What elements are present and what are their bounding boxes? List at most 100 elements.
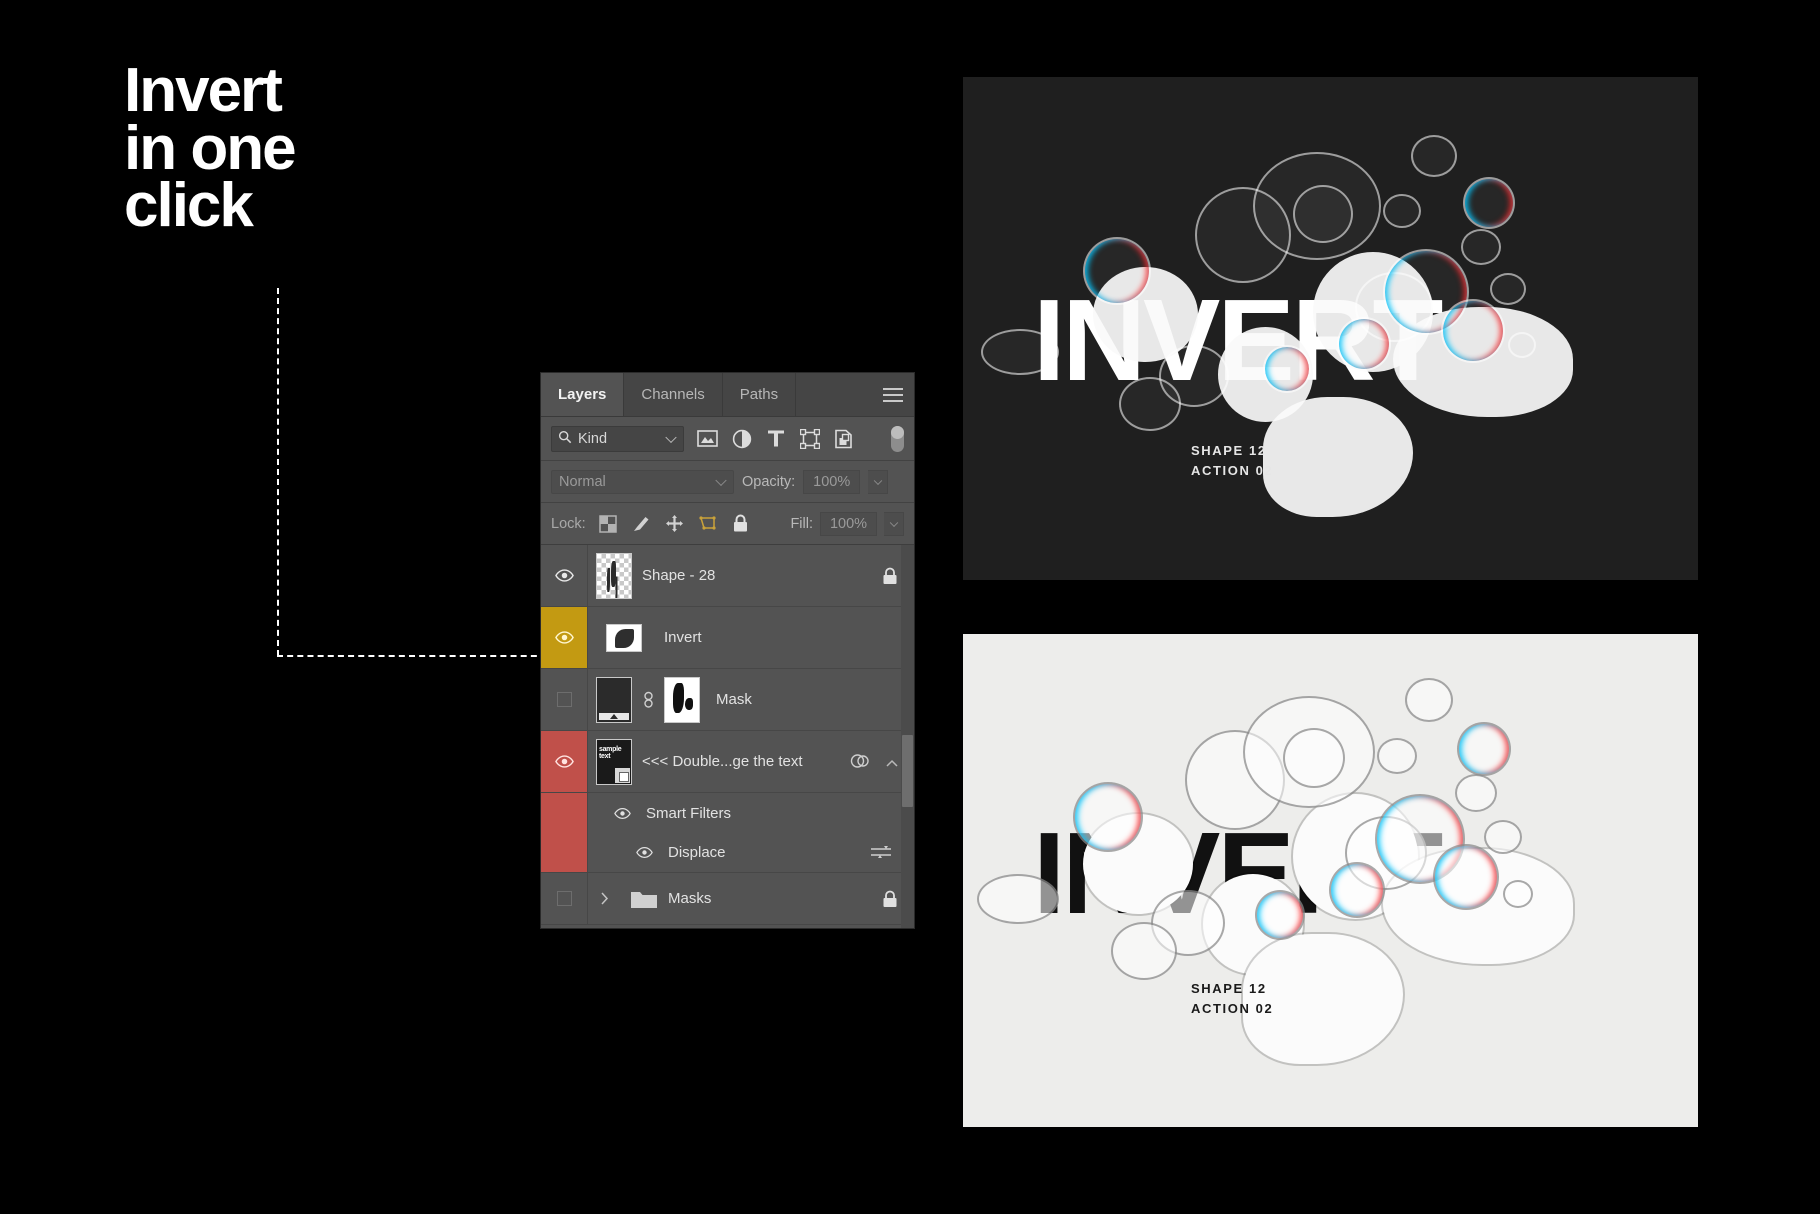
smart-object-thumbnail[interactable]: sample text — [596, 738, 632, 785]
lock-image-pixels-icon[interactable] — [632, 514, 651, 533]
artwork-caption-light: SHAPE 12 ACTION 02 — [1191, 979, 1273, 1018]
displace-visibility[interactable] — [541, 833, 588, 872]
eye-icon — [554, 631, 574, 644]
shape-layer-filter-icon[interactable] — [799, 428, 820, 449]
callout-line-horizontal — [277, 655, 547, 657]
opacity-stepper[interactable] — [868, 469, 889, 494]
table-row[interactable]: Shape - 28 — [541, 545, 914, 607]
tab-layers-label: Layers — [558, 386, 607, 403]
blend-mode-row: Normal Opacity: 100% — [541, 461, 914, 503]
eye-icon — [554, 569, 574, 582]
table-row[interactable]: sample text <<< Double...ge the text — [541, 731, 914, 793]
layers-panel: Layers Channels Paths Kind Normal Opacit… — [540, 372, 915, 929]
panel-tab-bar: Layers Channels Paths — [541, 373, 914, 417]
fill-group: Fill: 100% — [790, 511, 904, 536]
artwork-caption-light-line-2: ACTION 02 — [1191, 1000, 1274, 1016]
chevron-down-icon — [889, 518, 899, 527]
pixel-layer-filter-icon[interactable] — [697, 428, 718, 449]
smart-filter-name: Displace — [668, 844, 726, 861]
adjustment-layer-filter-icon[interactable] — [731, 428, 752, 449]
smart-filters-visibility[interactable] — [541, 793, 588, 833]
fill-label: Fill: — [790, 515, 813, 532]
layer-thumbnail[interactable] — [596, 552, 632, 599]
table-row[interactable]: Mask — [541, 669, 914, 731]
table-row[interactable]: Invert — [541, 607, 914, 669]
eye-icon[interactable] — [634, 847, 654, 858]
fill-stepper[interactable] — [884, 511, 904, 536]
layer-visibility-toggle[interactable] — [541, 545, 588, 606]
filter-toggle-switch[interactable] — [891, 425, 904, 452]
eye-icon — [554, 755, 574, 768]
smart-filters-label: Smart Filters — [646, 804, 732, 822]
group-name: Masks — [668, 890, 712, 907]
folder-icon — [630, 888, 658, 909]
filter-icon-group — [697, 428, 854, 449]
lock-icon-group — [599, 514, 750, 533]
layer-mask-thumbnail[interactable] — [664, 676, 700, 723]
fill-value: 100% — [829, 515, 868, 532]
filter-kind-select[interactable]: Kind — [551, 425, 684, 452]
layer-name: Shape - 28 — [642, 567, 716, 584]
filter-kind-label: Kind — [578, 430, 608, 447]
tab-channels[interactable]: Channels — [624, 373, 723, 416]
layer-thumbnail[interactable] — [596, 676, 632, 723]
callout-line-vertical — [277, 288, 279, 656]
layer-visibility-toggle[interactable] — [541, 669, 588, 730]
eye-icon-off — [556, 692, 572, 707]
link-icon[interactable] — [642, 691, 654, 709]
opacity-input[interactable]: 100% — [803, 469, 861, 494]
smart-filters-row[interactable]: Smart Filters — [541, 793, 914, 833]
smart-filter-icon[interactable] — [850, 752, 870, 772]
eye-icon[interactable] — [612, 807, 632, 819]
scrollbar-thumb[interactable] — [902, 735, 913, 807]
tab-layers[interactable]: Layers — [541, 373, 625, 416]
smart-object-filter-icon[interactable] — [833, 428, 854, 449]
chevron-down-icon[interactable] — [715, 474, 727, 486]
chevron-down-icon[interactable] — [665, 431, 677, 443]
page-title-line-1: Invert — [124, 56, 283, 125]
chevron-right-icon[interactable] — [600, 892, 612, 905]
layer-filter-row: Kind — [541, 417, 914, 461]
table-row[interactable]: Masks — [541, 873, 914, 925]
layer-list[interactable]: Shape - 28 Invert Mask sample text <<< D… — [541, 545, 914, 928]
lock-row: Lock: Fill: 100% — [541, 503, 914, 545]
layer-visibility-toggle[interactable] — [541, 607, 588, 668]
lock-position-icon[interactable] — [665, 514, 684, 533]
blend-mode-select[interactable]: Normal — [551, 469, 734, 494]
artwork-caption-dark-line-2: ACTION 02 — [1191, 462, 1274, 478]
lock-all-icon[interactable] — [731, 514, 750, 533]
search-icon — [558, 430, 572, 448]
page-title-line-3: click — [124, 171, 254, 241]
lock-artboard-nesting-icon[interactable] — [698, 514, 717, 533]
fill-input[interactable]: 100% — [820, 511, 877, 536]
lock-label: Lock: — [551, 515, 586, 532]
page-title: Invert in one click — [124, 56, 464, 241]
layer-name: <<< Double...ge the text — [642, 753, 803, 770]
group-visibility-toggle[interactable] — [541, 873, 588, 924]
lock-transparent-pixels-icon[interactable] — [599, 514, 618, 533]
tab-channels-label: Channels — [641, 386, 705, 403]
layer-name: Invert — [664, 629, 702, 646]
eye-icon-off — [556, 891, 572, 906]
blend-mode-value: Normal — [559, 473, 606, 490]
lock-icon[interactable] — [882, 890, 900, 908]
chevron-up-icon[interactable] — [886, 756, 898, 768]
artwork-caption-dark-line-1: SHAPE 12 — [1191, 443, 1267, 458]
filter-options-icon[interactable] — [870, 845, 892, 861]
preview-light: INVERT SHAPE 12 ACTION 02 — [963, 634, 1698, 1127]
adjustment-layer-thumbnail[interactable] — [606, 623, 642, 652]
page-title-line-2: in one — [124, 113, 297, 183]
layer-list-scrollbar[interactable] — [901, 545, 914, 928]
smart-filter-item[interactable]: Displace — [541, 833, 914, 873]
opacity-value: 100% — [813, 473, 851, 490]
hamburger-menu-icon[interactable] — [883, 387, 903, 402]
lock-icon[interactable] — [882, 567, 900, 585]
opacity-label: Opacity: — [742, 473, 796, 490]
type-layer-filter-icon[interactable] — [765, 428, 786, 449]
tab-paths[interactable]: Paths — [722, 373, 797, 416]
preview-dark: INVERT SHAPE 12 ACTION 02 — [963, 77, 1698, 580]
chevron-down-icon — [873, 476, 883, 485]
artwork-caption-dark: SHAPE 12 ACTION 02 — [1191, 441, 1273, 480]
tab-paths-label: Paths — [739, 386, 779, 403]
layer-visibility-toggle[interactable] — [541, 731, 588, 792]
